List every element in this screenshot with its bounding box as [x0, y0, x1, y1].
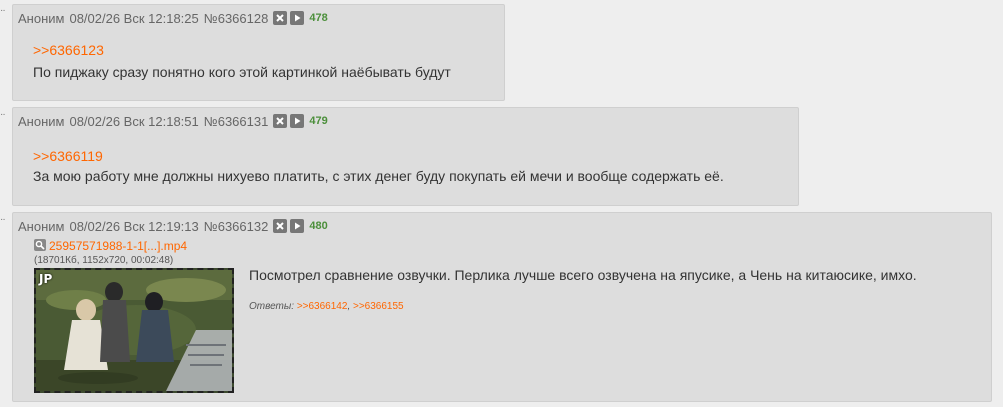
thumbnail-image	[36, 270, 232, 391]
reply-backlink[interactable]: >>6366142	[297, 301, 348, 312]
play-icon[interactable]	[290, 219, 305, 233]
post-date: 08/02/26 Вск 12:18:25	[69, 10, 199, 26]
post-menu-dots-icon[interactable]: ··	[0, 110, 8, 120]
thread: ·· Аноним 08/02/26 Вск 12:18:25 №6366128…	[0, 0, 1003, 407]
post-count: 480	[309, 220, 328, 232]
hide-post-icon[interactable]	[273, 11, 288, 25]
post-menu-dots-icon[interactable]: ··	[0, 215, 8, 225]
post-header: Аноним 08/02/26 Вск 12:18:25 №6366128 47…	[18, 10, 328, 26]
post-text: По пиджаку сразу понятно кого этой карти…	[33, 64, 451, 80]
poster-name: Аноним	[18, 113, 65, 129]
post-text: Посмотрел сравнение озвучки. Перлика луч…	[249, 267, 917, 283]
post-number[interactable]: №6366128	[204, 11, 269, 26]
poster-name: Аноним	[18, 218, 65, 234]
play-icon[interactable]	[290, 114, 305, 128]
post-count: 478	[309, 12, 328, 24]
post-date: 08/02/26 Вск 12:19:13	[69, 218, 199, 234]
reply-backlink[interactable]: >>6366155	[353, 301, 404, 312]
reply-link[interactable]: >>6366123	[33, 42, 104, 58]
file-link[interactable]: 25957571988-1-1[...].mp4	[34, 239, 187, 253]
post-number[interactable]: №6366131	[204, 114, 269, 129]
post-header: Аноним 08/02/26 Вск 12:19:13 №6366132 48…	[18, 218, 328, 234]
replies-line: Ответы: >>6366142, >>6366155	[249, 301, 404, 312]
video-thumbnail[interactable]: JP	[34, 268, 234, 393]
poster-name: Аноним	[18, 10, 65, 26]
replies-label: Ответы:	[249, 301, 295, 312]
post-menu-dots-icon[interactable]: ··	[0, 6, 8, 16]
magnifier-icon[interactable]	[34, 239, 46, 251]
hide-post-icon[interactable]	[273, 219, 288, 233]
play-icon[interactable]	[290, 11, 305, 25]
post-text: За мою работу мне должны нихуево платить…	[33, 168, 724, 184]
post-count: 479	[309, 115, 328, 127]
file-name[interactable]: 25957571988-1-1[...].mp4	[49, 239, 187, 253]
post: Аноним 08/02/26 Вск 12:18:51 №6366131 47…	[12, 107, 799, 206]
post-date: 08/02/26 Вск 12:18:51	[69, 113, 199, 129]
post: Аноним 08/02/26 Вск 12:19:13 №6366132 48…	[12, 212, 992, 402]
thumbnail-label: JP	[39, 272, 53, 286]
post: Аноним 08/02/26 Вск 12:18:25 №6366128 47…	[12, 4, 505, 101]
reply-link[interactable]: >>6366119	[33, 148, 103, 164]
post-number[interactable]: №6366132	[204, 219, 269, 234]
post-header: Аноним 08/02/26 Вск 12:18:51 №6366131 47…	[18, 113, 328, 129]
file-meta: (18701Кб, 1152x720, 00:02:48)	[34, 255, 174, 266]
hide-post-icon[interactable]	[273, 114, 288, 128]
